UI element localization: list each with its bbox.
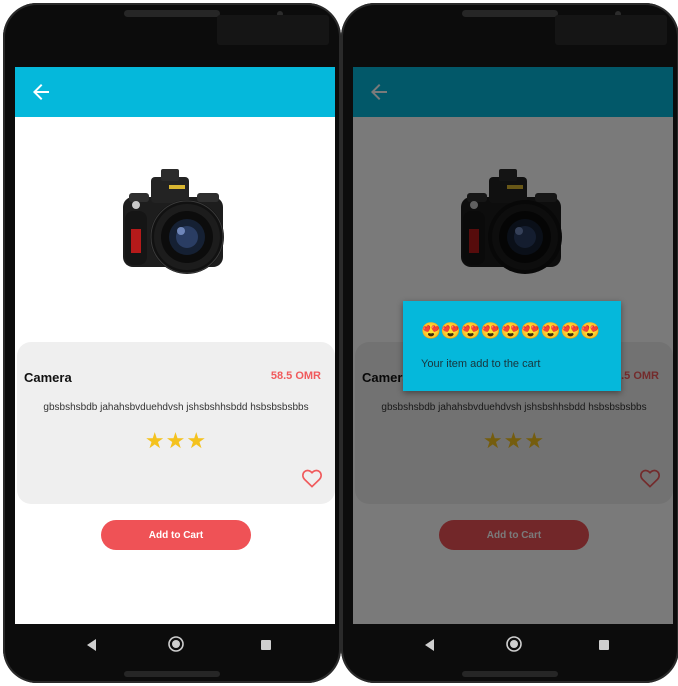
heart-eyes-emoji-row: 😍😍😍😍😍😍😍😍😍 — [421, 323, 601, 340]
status-bar-area — [555, 15, 667, 45]
status-bar-area — [217, 15, 329, 45]
triangle-back-icon[interactable] — [85, 638, 99, 652]
speaker-grille — [462, 10, 558, 17]
circle-home-icon[interactable] — [506, 636, 522, 652]
triangle-back-icon[interactable] — [423, 638, 437, 652]
product-screen-dimmed: Camera 58.5 OMR gbsbshsbdb jahahsbvduehd… — [353, 67, 673, 624]
heart-outline-icon[interactable] — [301, 468, 323, 488]
bottom-speaker — [124, 671, 220, 677]
product-price: 58.5 OMR — [270, 370, 321, 382]
phone-frame-dialog: Camera 58.5 OMR gbsbshsbdb jahahsbvduehd… — [341, 3, 678, 683]
product-name: Camera — [24, 370, 72, 385]
added-to-cart-dialog[interactable]: 😍😍😍😍😍😍😍😍😍 Your item add to the cart — [403, 301, 621, 391]
dialog-message: Your item add to the cart — [421, 358, 541, 370]
product-screen: Camera 58.5 OMR gbsbshsbdb jahahsbvduehd… — [15, 67, 335, 624]
speaker-grille — [124, 10, 220, 17]
system-nav-bar — [15, 621, 335, 671]
square-recents-icon[interactable] — [599, 640, 609, 650]
bottom-speaker — [462, 671, 558, 677]
system-nav-bar — [353, 621, 673, 671]
product-details-card: Camera 58.5 OMR gbsbshsbdb jahahsbvduehd… — [17, 342, 335, 504]
square-recents-icon[interactable] — [261, 640, 271, 650]
camera-product-image — [123, 169, 224, 274]
circle-home-icon[interactable] — [168, 636, 184, 652]
arrow-left-icon[interactable] — [29, 80, 53, 104]
add-to-cart-button[interactable]: Add to Cart — [101, 520, 251, 550]
phone-frame-product: Camera 58.5 OMR gbsbshsbdb jahahsbvduehd… — [3, 3, 341, 683]
star-rating: ★★★ — [144, 428, 208, 453]
app-bar — [15, 67, 335, 117]
product-description: gbsbshsbdb jahahsbvduehdvsh jshsbshhsbdd… — [43, 402, 309, 413]
